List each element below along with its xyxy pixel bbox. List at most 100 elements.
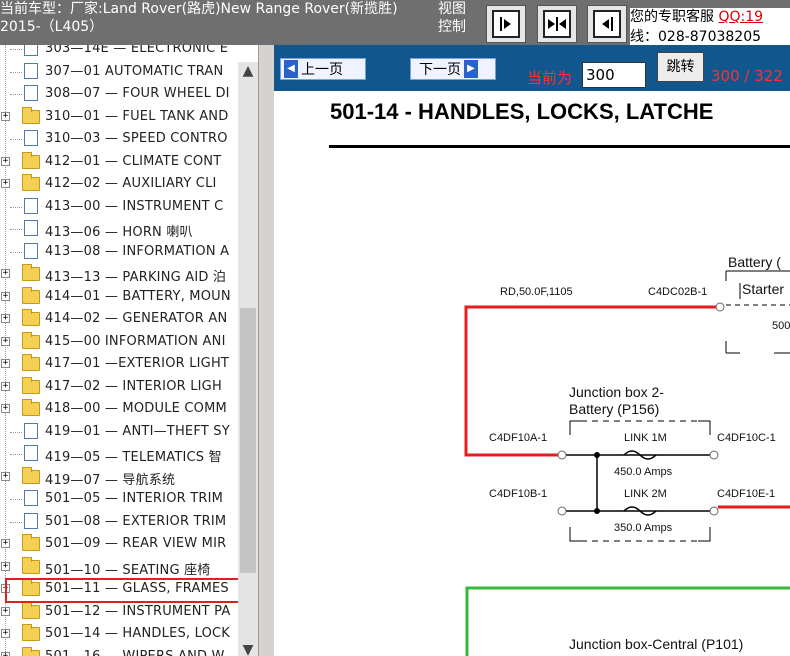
arrow-left-icon: ◀ <box>284 60 298 78</box>
junction-box-2-label-line2: Battery (P156) <box>569 401 659 417</box>
folder-icon <box>22 309 40 327</box>
page-number-input[interactable]: 300 <box>582 62 646 88</box>
expand-plus-icon[interactable]: + <box>1 606 10 616</box>
tree-connector <box>10 229 22 230</box>
link-1m-label: LINK 1M <box>624 432 667 444</box>
tree-item[interactable]: 419—05 — TELEMATICS 智 <box>0 443 240 465</box>
customer-service-box: 您的专职客服 QQ:19 线：028-87038205 <box>630 8 790 45</box>
expand-plus-icon[interactable]: + <box>1 471 10 481</box>
tree-item-label: 412—02 — AUXILIARY CLI <box>45 176 217 191</box>
expand-plus-icon[interactable]: + <box>1 269 10 278</box>
junction-box-central-label: Junction box-Central (P101) <box>569 636 743 652</box>
expand-plus-icon[interactable]: + <box>1 651 10 656</box>
tree-item-label: 310—03 — SPEED CONTRO <box>45 131 228 146</box>
tree-item[interactable]: +501—16 — WIPERS AND W <box>0 646 240 656</box>
arrow-right-icon <box>492 10 520 38</box>
document-icon <box>22 490 40 507</box>
arrow-right-icon: ▶ <box>464 60 478 78</box>
tree-item[interactable]: +419—07 — 导航系统 <box>0 466 240 488</box>
tree-item[interactable]: 303—14E — ELECTRONIC E <box>0 45 240 60</box>
tree-item[interactable]: +413—13 — PARKING AID 泊 <box>0 263 240 285</box>
prev-page-button[interactable]: ◀ 上一页 <box>280 58 366 80</box>
document-icon <box>22 242 40 260</box>
folder-icon <box>22 646 40 656</box>
view-split-button[interactable] <box>537 5 577 43</box>
junction-box-2-label-line1: Junction box 2- <box>569 384 664 400</box>
prev-page-label: 上一页 <box>301 62 343 78</box>
scroll-up-icon[interactable]: ▲ <box>238 62 258 80</box>
tree-item-label: 419—01 — ANTI—THEFT SY <box>45 423 230 439</box>
car-title-line2: 2015-（L405） <box>0 19 104 35</box>
expand-plus-icon[interactable]: + <box>1 336 10 346</box>
next-page-button[interactable]: 下一页 ▶ <box>410 58 496 80</box>
jump-button[interactable]: 跳转 <box>657 52 704 82</box>
tree-item[interactable]: +501—09 — REAR VIEW MIR <box>0 533 240 555</box>
view-control-label: 视图控制 <box>438 1 466 35</box>
folder-icon <box>22 534 40 552</box>
qq-link[interactable]: QQ:19 <box>718 9 763 25</box>
tree-item-label: 308—07 — FOUR WHEEL DI <box>45 86 230 101</box>
tree-item-label: 419—05 — TELEMATICS 智 <box>45 450 222 465</box>
tree-item[interactable]: 307—01 AUTOMATIC TRAN <box>0 61 240 83</box>
expand-plus-icon[interactable]: + <box>1 111 10 121</box>
tree-item[interactable]: +414—01 — BATTERY, MOUN <box>0 286 240 308</box>
tree-item[interactable]: +417—01 —EXTERIOR LIGHT <box>0 353 240 375</box>
tree-scrollbar-thumb[interactable] <box>240 308 256 573</box>
expand-plus-icon[interactable]: + <box>1 179 10 188</box>
tree-item-label: 307—01 AUTOMATIC TRAN <box>45 63 224 79</box>
view-expand-right-button[interactable] <box>486 5 526 43</box>
expand-plus-icon[interactable]: + <box>1 629 10 638</box>
expand-plus-icon[interactable]: + <box>1 381 10 391</box>
tree-connector <box>10 521 22 523</box>
folder-icon <box>22 264 40 282</box>
tree-item[interactable]: 413—00 — INSTRUMENT C <box>0 196 240 218</box>
folder-icon <box>22 286 40 305</box>
scroll-down-icon[interactable]: ▼ <box>238 641 258 656</box>
tree-item[interactable]: +417—02 — INTERIOR LIGH <box>0 376 240 398</box>
tree-item[interactable]: 501—08 — EXTERIOR TRIM <box>0 511 240 533</box>
document-icon <box>22 220 40 237</box>
tree-item[interactable]: +414—02 — GENERATOR AN <box>0 308 240 330</box>
expand-plus-icon[interactable]: + <box>1 156 10 166</box>
tree-item-label: 501—05 — INTERIOR TRIM <box>45 491 224 506</box>
tree-item[interactable]: +501—14 — HANDLES, LOCK <box>0 623 240 645</box>
expand-plus-icon[interactable]: + <box>1 404 10 413</box>
tree-item-label: 501—08 — EXTERIOR TRIM <box>45 513 227 529</box>
tree-item-label: 413—06 — HORN 喇叭 <box>45 225 193 240</box>
arrow-left-icon <box>593 10 621 38</box>
tree-item[interactable]: +415—00 INFORMATION ANI <box>0 331 240 353</box>
connector-c4df10e-label: C4DF10E-1 <box>717 488 775 500</box>
connector-c4dc02b-label: C4DC02B-1 <box>648 286 707 298</box>
expand-plus-icon[interactable]: + <box>1 561 10 571</box>
tree-item-label: 415—00 INFORMATION ANI <box>45 333 226 349</box>
tree-item[interactable]: 413—06 — HORN 喇叭 <box>0 218 240 240</box>
expand-plus-icon[interactable]: + <box>1 359 10 368</box>
tree-item[interactable]: +501—12 — INSTRUMENT PA <box>0 601 240 623</box>
link-1m-amps: 450.0 Amps <box>614 466 673 478</box>
expand-plus-icon[interactable]: + <box>1 314 10 323</box>
tree-item[interactable]: +412—02 — AUXILIARY CLI <box>0 173 240 195</box>
tree-item[interactable]: 501—05 — INTERIOR TRIM <box>0 488 240 510</box>
tree-item-label: 501—10 — SEATING 座椅 <box>45 562 211 578</box>
tree-item-label: 501—12 — INSTRUMENT PA <box>45 603 231 619</box>
document-viewer: 501-14 - HANDLES, LOCKS, LATCHE Battery … <box>274 91 790 656</box>
tree-item[interactable]: +412—01 — CLIMATE CONT <box>0 151 240 173</box>
link-2m-label: LINK 2M <box>624 488 667 500</box>
tree-item[interactable]: 308—07 — FOUR WHEEL DI <box>0 83 240 105</box>
view-expand-left-button[interactable] <box>587 5 627 43</box>
tree-item[interactable]: +418—00 — MODULE COMM <box>0 398 240 420</box>
folder-icon <box>22 331 40 350</box>
tree-connector <box>10 71 22 73</box>
document-icon <box>22 130 40 147</box>
expand-plus-icon[interactable]: + <box>1 291 10 301</box>
panel-divider[interactable] <box>258 45 274 656</box>
tree-item[interactable]: 413—08 — INFORMATION A <box>0 241 240 263</box>
tree-item[interactable]: 419—01 — ANTI—THEFT SY <box>0 421 240 443</box>
tree-item[interactable]: 310—03 — SPEED CONTRO <box>0 128 240 150</box>
starter-label: Starter <box>742 281 784 297</box>
tree-item[interactable]: +501—10 — SEATING 座椅 <box>0 556 240 578</box>
tree-connector <box>10 206 22 208</box>
tree-item[interactable]: +310—01 — FUEL TANK AND <box>0 106 240 128</box>
connector-c4df10b-label: C4DF10B-1 <box>489 488 547 500</box>
expand-plus-icon[interactable]: + <box>1 539 10 548</box>
